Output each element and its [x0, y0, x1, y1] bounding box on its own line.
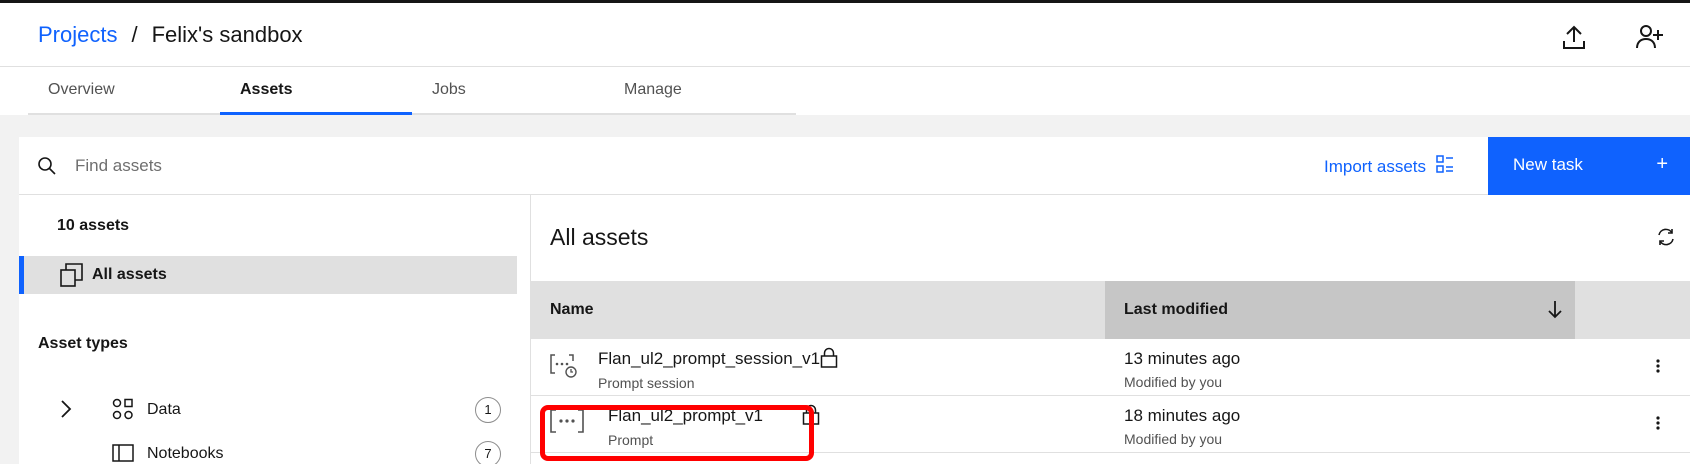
project-name: Felix's sandbox [151, 22, 303, 47]
tab-assets[interactable]: Assets [220, 67, 412, 115]
tab-manage[interactable]: Manage [604, 67, 796, 115]
data-icon [111, 397, 135, 426]
breadcrumb: Projects / Felix's sandbox [38, 22, 303, 48]
sidebar-type-data[interactable]: Data 1 [59, 395, 509, 425]
column-name[interactable]: Name [550, 301, 594, 319]
sidebar-type-notebooks[interactable]: Notebooks 7 [59, 439, 509, 464]
new-task-button[interactable]: New task + [1488, 137, 1690, 195]
import-assets-label: Import assets [1324, 156, 1427, 176]
chevron-right-icon[interactable] [59, 399, 73, 424]
modified-time: 13 minutes ago [1124, 349, 1241, 368]
modified-time: 18 minutes ago [1124, 406, 1241, 425]
type-label: Notebooks [147, 445, 224, 462]
import-assets-button[interactable]: Import assets [1324, 155, 1454, 178]
upload-icon[interactable] [1558, 21, 1590, 53]
all-assets-label: All assets [92, 266, 167, 283]
assets-panel: Import assets New task + 10 assets All a… [19, 137, 1690, 464]
sidebar-item-all-assets[interactable]: All assets [19, 256, 517, 294]
tab-overview[interactable]: Overview [28, 67, 220, 115]
tab-jobs[interactable]: Jobs [412, 67, 604, 115]
plus-icon: + [1656, 153, 1668, 175]
column-last-modified-label: Last modified [1124, 301, 1229, 318]
tab-bar: Overview Assets Jobs Manage [28, 67, 796, 115]
sort-arrow-down-icon[interactable] [1547, 299, 1563, 324]
search-icon [37, 156, 57, 181]
asset-sidebar: 10 assets All assets Asset types Data 1 … [19, 195, 531, 464]
table-header: Name Last modified [531, 281, 1690, 339]
page-title: All assets [550, 224, 649, 250]
overflow-menu-icon[interactable] [1655, 357, 1661, 380]
overflow-menu-icon[interactable] [1655, 414, 1661, 437]
header: Projects / Felix's sandbox [0, 3, 1690, 67]
type-count-badge: 1 [475, 397, 501, 423]
breadcrumb-projects-link[interactable]: Projects [38, 22, 117, 48]
lock-icon [820, 347, 838, 374]
modified-by: Modified by you [1124, 374, 1223, 390]
add-user-icon[interactable] [1634, 21, 1666, 53]
asset-types-heading: Asset types [38, 335, 128, 352]
search-input[interactable] [75, 151, 675, 181]
asset-name[interactable]: Flan_ul2_prompt_session_v1 [598, 349, 820, 369]
type-count-badge: 7 [475, 441, 501, 464]
table-row[interactable]: Flan_ul2_prompt_session_v1 Prompt sessio… [531, 339, 1690, 396]
asset-count: 10 assets [57, 217, 130, 234]
asset-type: Prompt session [598, 375, 695, 391]
copy-icon [60, 262, 84, 293]
breadcrumb-separator: / [131, 22, 138, 47]
highlight-box [540, 405, 814, 461]
import-icon [1436, 155, 1454, 178]
refresh-icon[interactable] [1656, 227, 1676, 252]
new-task-label: New task [1513, 155, 1583, 174]
modified-by: Modified by you [1124, 431, 1223, 447]
prompt-session-icon [550, 353, 578, 384]
assets-toolbar: Import assets New task + [19, 137, 1690, 195]
column-last-modified[interactable]: Last modified [1105, 281, 1575, 339]
type-label: Data [147, 401, 181, 418]
notebook-icon [111, 441, 135, 464]
